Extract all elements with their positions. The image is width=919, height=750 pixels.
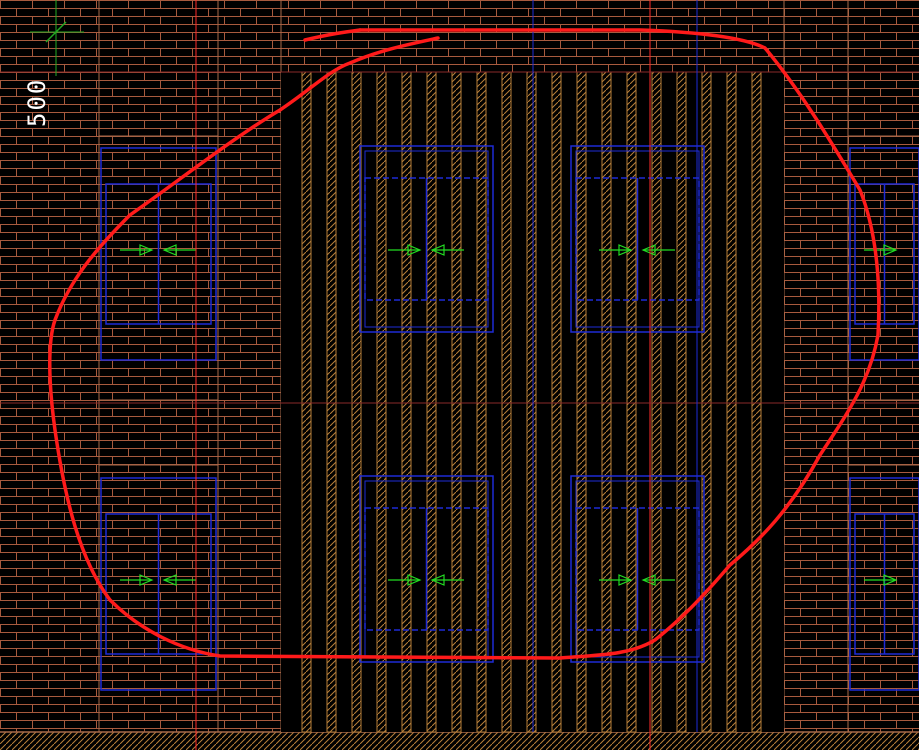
louver-slat — [526, 71, 537, 733]
louver-slat — [751, 71, 762, 733]
louver-slat — [401, 71, 412, 733]
louver-slat — [426, 71, 437, 733]
cad-elevation-drawing: 500 — [0, 0, 919, 750]
louver-slat — [676, 71, 687, 733]
louver-slat — [301, 71, 312, 733]
louver-slat — [626, 71, 637, 733]
louver-slat — [601, 71, 612, 733]
dimension-label: 500 — [23, 78, 51, 127]
louver-slat — [726, 71, 737, 733]
louver-slat — [576, 71, 587, 733]
louver-slat — [476, 71, 487, 733]
louver-slat — [326, 71, 337, 733]
louver-slat — [551, 71, 562, 733]
louver-slat — [451, 71, 462, 733]
louver-slat — [376, 71, 387, 733]
louver-slat — [651, 71, 662, 733]
louver-slat — [501, 71, 512, 733]
